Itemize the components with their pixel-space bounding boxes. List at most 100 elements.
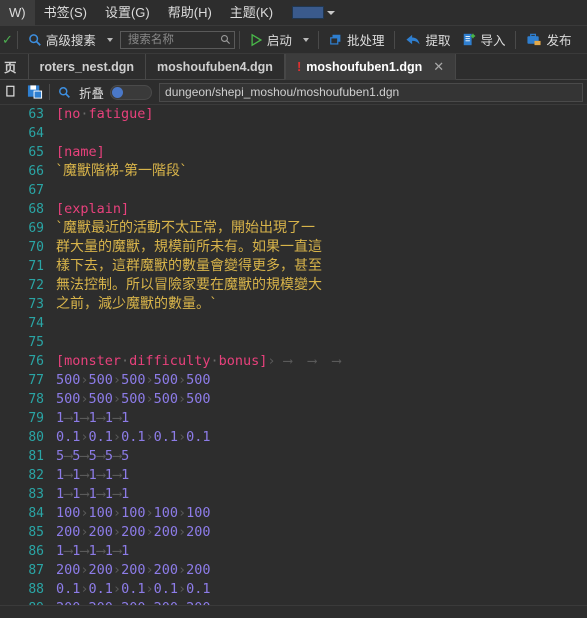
code-line[interactable]: [explain] [56,200,587,219]
menu-help[interactable]: 帮助(H) [159,0,221,26]
line-number: 69 [28,221,44,236]
search-field-icon [220,34,231,45]
line-number: 73 [28,297,44,312]
line-number: 88 [28,582,44,597]
advanced-search-label: 高级搜素 [45,34,96,48]
tab-label: roters_nest.dgn [39,59,134,74]
toolbar-separator [317,30,319,49]
tab-moshoufuben1[interactable]: ! moshoufuben1.dgn ✕ [284,54,457,80]
fold-toggle-knob [112,86,124,98]
menu-bar: W) 书签(S) 设置(G) 帮助(H) 主题(K) [0,0,587,26]
line-number: 64 [28,126,44,141]
code-line[interactable]: 200›200›200›200›200 [56,523,587,542]
document-tab-bar: 页 roters_nest.dgn moshoufuben4.dgn ! mos… [0,54,587,80]
tab-label: 页 [4,61,17,75]
save-icon[interactable] [24,81,46,103]
code-content-area[interactable]: [no·fatigue] [name] `魔獸階梯-第一階段` [explain]… [48,105,587,618]
code-line[interactable] [56,181,587,200]
advanced-search-button[interactable]: 高级搜素 [22,28,102,52]
fold-search-icon[interactable] [53,81,75,103]
menu-window[interactable]: W) [0,0,35,26]
code-line[interactable]: 0.1›0.1›0.1›0.1›0.1 [56,428,587,447]
toolbar-separator [394,30,396,49]
tab-moshoufuben4[interactable]: moshoufuben4.dgn [145,54,285,80]
code-line[interactable]: 200›200›200›200›200 [56,561,587,580]
code-line[interactable]: 0.1›0.1›0.1›0.1›0.1 [56,580,587,599]
chevron-down-icon [327,10,336,15]
pathbar-separator [49,84,50,100]
code-line[interactable] [56,314,587,333]
tab-home[interactable]: 页 [0,54,29,80]
play-icon [250,33,263,47]
tab-bar-filler [456,54,587,80]
line-number: 71 [28,259,44,274]
code-line[interactable]: 無法控制。所以冒險家要在魔獸的規模變大 [56,276,587,295]
line-number: 83 [28,487,44,502]
extract-button[interactable]: 提取 [399,28,456,52]
search-icon [28,33,42,47]
stacked-boxes-icon [329,33,343,47]
menu-settings[interactable]: 设置(G) [96,0,159,26]
tab-roters-nest[interactable]: roters_nest.dgn [28,54,146,80]
line-number: 82 [28,468,44,483]
code-line[interactable]: [monster·difficulty·bonus]› ⟶ ⟶ ⟶ [56,352,587,371]
code-line[interactable]: 1⟶1⟶1⟶1⟶1 [56,466,587,485]
line-number: 68 [28,202,44,217]
start-dropdown-icon[interactable] [302,37,309,42]
code-line[interactable]: 500›500›500›500›500 [56,371,587,390]
code-line[interactable] [56,124,587,143]
fold-toggle[interactable] [110,84,153,100]
search-input[interactable] [125,32,220,47]
import-document-icon [462,32,476,47]
code-line[interactable]: 500›500›500›500›500 [56,390,587,409]
copy-icon[interactable] [2,81,24,103]
editor-bottom-strip [0,605,587,618]
close-icon[interactable]: ✕ [433,59,444,75]
line-number: 65 [28,145,44,160]
line-number: 80 [28,430,44,445]
tab-label: moshoufuben4.dgn [156,59,273,74]
line-number: 87 [28,563,44,578]
line-number: 81 [28,449,44,464]
start-button[interactable]: 启动 [244,28,298,52]
batch-process-label: 批处理 [346,34,385,48]
toolbar-separator [515,30,517,49]
code-line[interactable]: 之前，減少魔獸的數量。` [56,295,587,314]
line-number: 72 [28,278,44,293]
menu-bookmarks[interactable]: 书签(S) [35,0,96,26]
file-path-text: dungeon/shepi_moshou/moshoufuben1.dgn [165,85,400,99]
theme-color-picker[interactable] [292,6,336,19]
code-line[interactable]: 1⟶1⟶1⟶1⟶1 [56,542,587,561]
line-number: 77 [28,373,44,388]
application-window: W) 书签(S) 设置(G) 帮助(H) 主题(K) ✓ 高级搜素 搜索名称 启… [0,0,587,618]
import-button[interactable]: 导入 [456,28,511,52]
code-editor[interactable]: 63 64 65 66 67 68 69 70 71 72 73 74 75 76 77 78 79 80 81 82… [0,105,587,618]
code-line[interactable]: 樣下去，這群魔獸的數量會變得更多，甚至 [56,257,587,276]
code-line[interactable] [56,333,587,352]
code-line[interactable]: 5⟶5⟶5⟶5⟶5 [56,447,587,466]
line-number: 86 [28,544,44,559]
file-path-field[interactable]: dungeon/shepi_moshou/moshoufuben1.dgn [159,82,583,102]
line-number: 84 [28,506,44,521]
code-line[interactable]: 100›100›100›100›100 [56,504,587,523]
line-number: 70 [28,240,44,255]
menu-theme[interactable]: 主题(K) [221,0,282,26]
code-line[interactable]: 1⟶1⟶1⟶1⟶1 [56,485,587,504]
code-line[interactable]: `魔獸最近的活動不太正常，開始出現了一 [56,219,587,238]
line-number: 78 [28,392,44,407]
modified-indicator-icon: ! [296,59,302,74]
search-field-wrap[interactable] [119,30,235,49]
code-line[interactable]: `魔獸階梯-第一階段` [56,162,587,181]
batch-process-button[interactable]: 批处理 [323,28,391,52]
code-line[interactable]: [name] [56,143,587,162]
briefcase-icon [526,32,542,47]
path-bar: 折叠 dungeon/shepi_moshou/moshoufuben1.dgn [0,80,587,105]
code-line[interactable]: [no·fatigue] [56,105,587,124]
advanced-search-dropdown-icon[interactable] [106,37,113,42]
line-number: 66 [28,164,44,179]
line-number: 67 [28,183,44,198]
toolbar-separator [238,30,240,49]
code-line[interactable]: 1⟶1⟶1⟶1⟶1 [56,409,587,428]
code-line[interactable]: 群大量的魔獸，規模前所未有。如果一直這 [56,238,587,257]
publish-button[interactable]: 发布 [520,28,577,52]
